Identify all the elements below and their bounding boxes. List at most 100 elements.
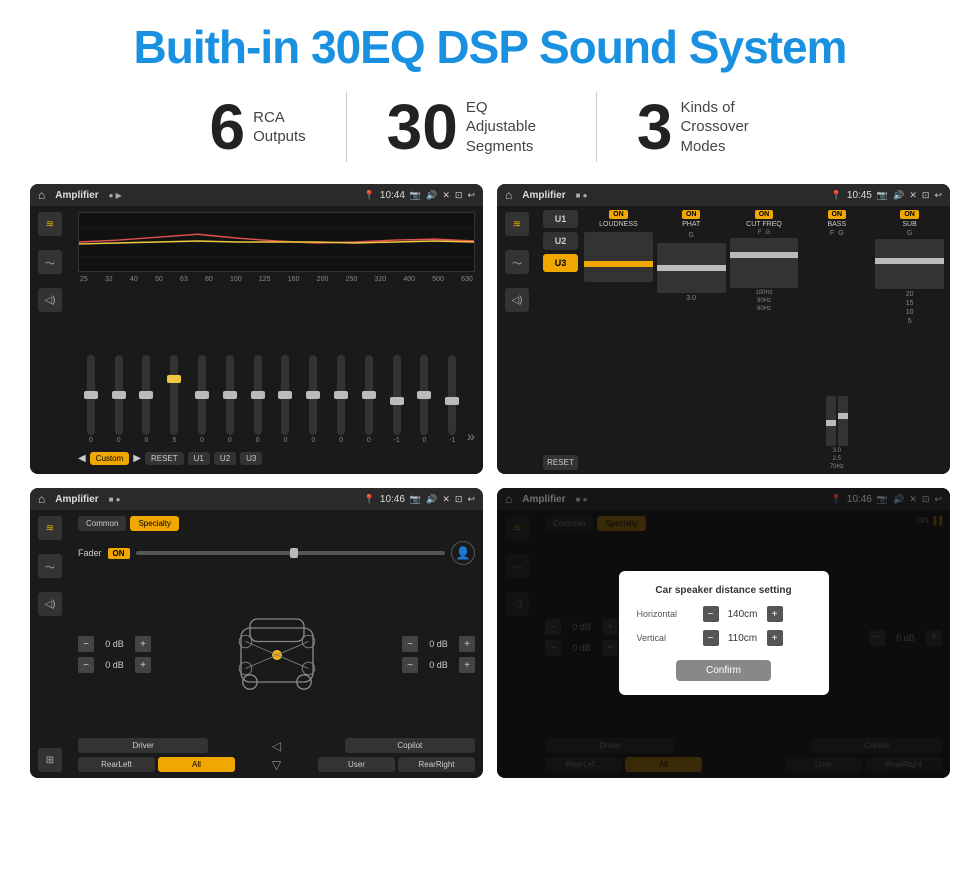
cross-minus-4[interactable]: −	[402, 657, 418, 673]
cross-minus-2[interactable]: −	[78, 657, 94, 673]
cross-db-val-3: 0 dB	[421, 639, 456, 649]
cross-back-icon[interactable]: ↩	[467, 494, 475, 505]
cross-tabs: Common Specialty	[78, 516, 475, 531]
eq-slider-5[interactable]: 0	[189, 355, 215, 444]
eq-topbar-icons: 📍 10:44 📷 🔊 ✕ ⊡ ↩	[364, 190, 475, 201]
dialog-confirm-btn[interactable]: Confirm	[676, 660, 771, 681]
cross-car-svg	[217, 610, 337, 700]
stat-eq: 30 EQ Adjustable Segments	[347, 95, 596, 159]
eq-u2-btn[interactable]: U2	[214, 452, 236, 465]
stat-label-rca: RCA Outputs	[253, 108, 306, 147]
cross-driver-btn[interactable]: Driver	[78, 738, 208, 753]
cross-fader-on-btn[interactable]: ON	[108, 548, 130, 559]
amp-phat-on[interactable]: ON	[682, 210, 701, 219]
cross-speaker-icon[interactable]: ◁)	[38, 592, 62, 616]
cross-all-btn[interactable]: All	[158, 757, 235, 772]
eq-slider-8[interactable]: 0	[273, 355, 299, 444]
cross-bottom-btns: Driver ◁ Copilot	[78, 738, 475, 753]
dialog-vertical-plus[interactable]: +	[767, 630, 783, 646]
eq-custom-btn[interactable]: Custom	[90, 452, 130, 465]
cross-filter-icon[interactable]: ≋	[38, 516, 62, 540]
amp-u1-btn[interactable]: U1	[543, 210, 578, 228]
eq-speaker-icon[interactable]: ◁)	[38, 288, 62, 312]
cross-fader-label: Fader	[78, 548, 102, 558]
page-container: Buith-in 30EQ DSP Sound System 6 RCA Out…	[0, 0, 980, 798]
amp-dots: ■ ●	[576, 191, 588, 200]
amp-speaker-icon[interactable]: ◁)	[505, 288, 529, 312]
cross-volume-icon: 🔊	[426, 494, 437, 505]
cross-arrow-down[interactable]: ▽	[238, 757, 315, 772]
cross-copilot-btn[interactable]: Copilot	[345, 738, 475, 753]
cross-plus-1[interactable]: +	[135, 636, 151, 652]
amp-u2-btn[interactable]: U2	[543, 232, 578, 250]
eq-slider-13[interactable]: 0	[412, 355, 438, 444]
cross-fader-bar[interactable]	[136, 551, 445, 555]
eq-wave-icon[interactable]: 〜	[38, 250, 62, 274]
cross-plus-2[interactable]: +	[135, 657, 151, 673]
cross-minus-3[interactable]: −	[402, 636, 418, 652]
amp-filter-icon[interactable]: ≋	[505, 212, 529, 236]
amp-cutfreq-on[interactable]: ON	[755, 210, 774, 219]
amp-sub-on[interactable]: ON	[900, 210, 919, 219]
eq-slider-4[interactable]: 5	[161, 355, 187, 444]
cross-expand-icon[interactable]: ⊞	[38, 748, 62, 772]
cross-rearright-btn[interactable]: RearRight	[398, 757, 475, 772]
eq-reset-btn[interactable]: RESET	[145, 452, 184, 465]
dialog-vertical-row: Vertical − 110cm +	[637, 630, 811, 646]
cross-close-icon: ✕	[442, 494, 450, 505]
eq-slider-6[interactable]: 0	[217, 355, 243, 444]
back-icon[interactable]: ↩	[467, 190, 475, 201]
cross-wave-icon[interactable]: 〜	[38, 554, 62, 578]
cross-main: Common Specialty Fader ON 👤	[70, 510, 483, 778]
dialog-vertical-label: Vertical	[637, 633, 697, 643]
cross-arrow-left[interactable]: ◁	[211, 738, 341, 753]
eq-expand-icon[interactable]: »	[467, 428, 475, 444]
cross-left-dbs: − 0 dB + − 0 dB +	[78, 575, 151, 734]
dialog-vertical-value: 110cm	[723, 633, 763, 644]
amp-topbar-icons: 📍 10:45 📷 🔊 ✕ ⊡ ↩	[831, 190, 942, 201]
cross-profile-icon[interactable]: 👤	[451, 541, 475, 565]
eq-prev-btn[interactable]: ◀	[78, 453, 86, 464]
cross-plus-3[interactable]: +	[459, 636, 475, 652]
eq-filter-icon[interactable]: ≋	[38, 212, 62, 236]
cross-common-tab[interactable]: Common	[78, 516, 126, 531]
eq-slider-7[interactable]: 0	[245, 355, 271, 444]
eq-slider-9[interactable]: 0	[300, 355, 326, 444]
amp-reset-btn[interactable]: RESET	[543, 455, 578, 470]
amp-loudness-on[interactable]: ON	[609, 210, 628, 219]
dialog-screen: ⌂ Amplifier ■ ● 📍 10:46 📷 🔊 ✕ ⊡ ↩ ≋ 〜	[497, 488, 950, 778]
eq-slider-1[interactable]: 0	[78, 355, 104, 444]
cross-rearleft-btn[interactable]: RearLeft	[78, 757, 155, 772]
dialog-horizontal-minus[interactable]: −	[703, 606, 719, 622]
eq-slider-12[interactable]: -1	[384, 355, 410, 444]
cross-home-icon[interactable]: ⌂	[38, 492, 45, 506]
cross-user-btn[interactable]: User	[318, 757, 395, 772]
cross-car-diagram	[157, 575, 396, 734]
cross-db-row-1: − 0 dB +	[78, 636, 151, 652]
amp-home-icon[interactable]: ⌂	[505, 188, 512, 202]
eq-slider-3[interactable]: 0	[134, 355, 160, 444]
dialog-horizontal-plus[interactable]: +	[767, 606, 783, 622]
amp-back-icon[interactable]: ↩	[934, 190, 942, 201]
cross-minus-1[interactable]: −	[78, 636, 94, 652]
cross-plus-4[interactable]: +	[459, 657, 475, 673]
eq-slider-14[interactable]: -1	[439, 355, 465, 444]
eq-slider-2[interactable]: 0	[106, 355, 132, 444]
eq-title: Amplifier	[55, 190, 98, 201]
eq-u1-btn[interactable]: U1	[188, 452, 210, 465]
amp-wave-icon[interactable]: 〜	[505, 250, 529, 274]
cross-fader-handle[interactable]	[290, 548, 298, 558]
amp-u3-btn[interactable]: U3	[543, 254, 578, 272]
eq-slider-10[interactable]: 0	[328, 355, 354, 444]
amp-time: 10:45	[847, 190, 872, 201]
amp-bass-on[interactable]: ON	[828, 210, 847, 219]
eq-u3-btn[interactable]: U3	[240, 452, 262, 465]
dialog-vertical-minus[interactable]: −	[703, 630, 719, 646]
cross-specialty-tab[interactable]: Specialty	[130, 516, 178, 531]
cross-window-icon: ⊡	[455, 494, 463, 505]
home-icon[interactable]: ⌂	[38, 188, 45, 202]
cross-dots: ■ ●	[109, 495, 121, 504]
eq-next-btn[interactable]: ▶	[133, 453, 141, 464]
amp-topbar: ⌂ Amplifier ■ ● 📍 10:45 📷 🔊 ✕ ⊡ ↩	[497, 184, 950, 206]
eq-slider-11[interactable]: 0	[356, 355, 382, 444]
